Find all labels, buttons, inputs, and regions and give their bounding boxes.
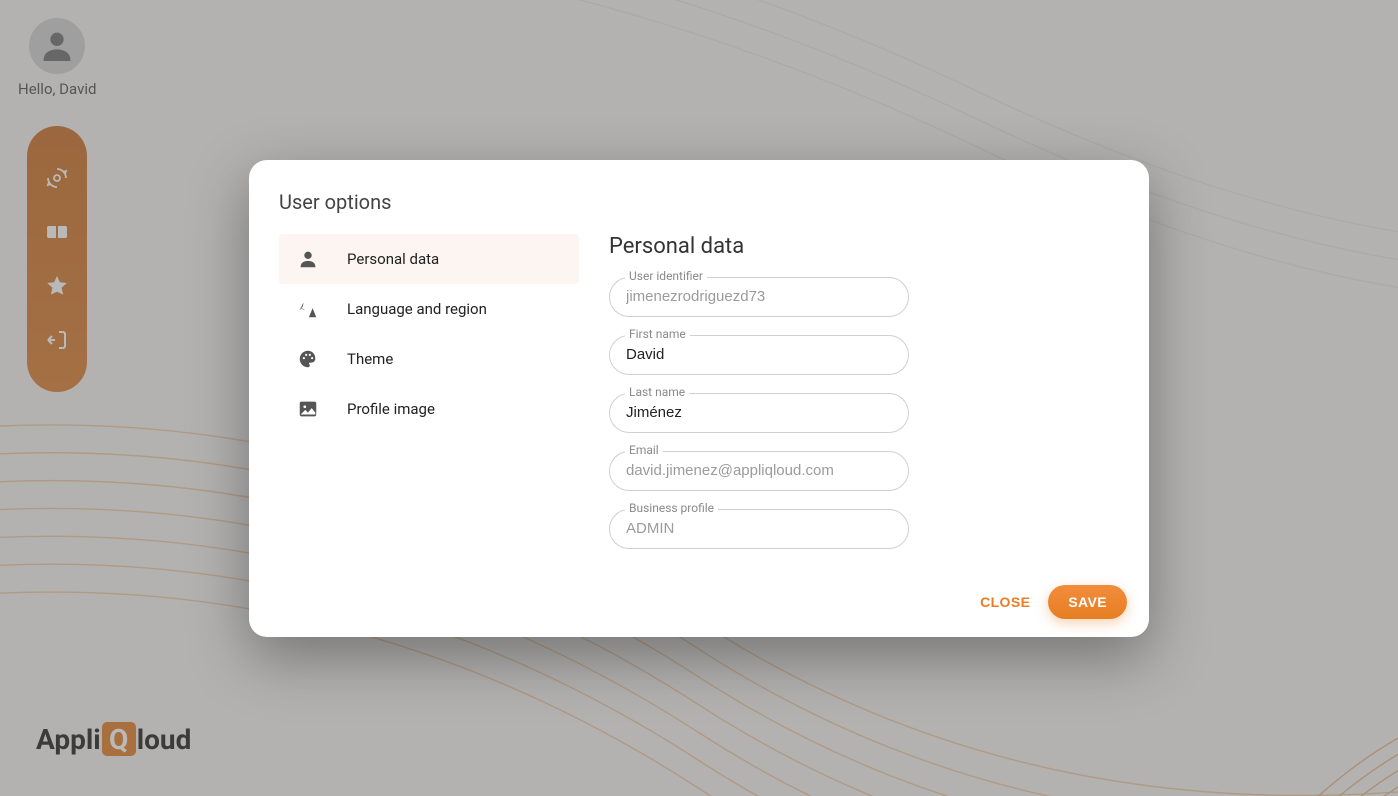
- modal-nav-label: Theme: [347, 350, 393, 368]
- field-label: Last name: [625, 385, 689, 399]
- modal-nav-personal-data[interactable]: Personal data: [279, 234, 579, 284]
- field-user-identifier: User identifier: [609, 277, 909, 317]
- field-business-profile: Business profile: [609, 509, 909, 549]
- field-label: First name: [625, 327, 690, 341]
- person-icon: [297, 248, 319, 270]
- modal-overlay[interactable]: User options Personal data Language and …: [0, 0, 1398, 796]
- modal-nav-label: Language and region: [347, 300, 487, 318]
- modal-nav-theme[interactable]: Theme: [279, 334, 579, 384]
- modal-nav-profile-image[interactable]: Profile image: [279, 384, 579, 434]
- modal-nav-label: Personal data: [347, 250, 439, 268]
- translate-icon: [297, 298, 319, 320]
- business-profile-input: [609, 509, 909, 549]
- modal-nav: Personal data Language and region Theme: [279, 234, 579, 567]
- last-name-input[interactable]: [609, 393, 909, 433]
- field-first-name: First name: [609, 335, 909, 375]
- section-title: Personal data: [609, 234, 1119, 259]
- palette-icon: [297, 348, 319, 370]
- modal-actions: CLOSE SAVE: [980, 585, 1127, 619]
- user-identifier-input: [609, 277, 909, 317]
- first-name-input[interactable]: [609, 335, 909, 375]
- field-email: Email: [609, 451, 909, 491]
- email-input: [609, 451, 909, 491]
- user-options-modal: User options Personal data Language and …: [249, 160, 1149, 637]
- field-label: User identifier: [625, 269, 707, 283]
- modal-title: User options: [279, 190, 1119, 214]
- modal-content: Personal data User identifier First name: [609, 234, 1119, 567]
- close-button[interactable]: CLOSE: [980, 594, 1030, 610]
- field-last-name: Last name: [609, 393, 909, 433]
- image-icon: [297, 398, 319, 420]
- save-button[interactable]: SAVE: [1048, 585, 1127, 619]
- field-label: Email: [625, 443, 663, 457]
- field-label: Business profile: [625, 501, 718, 515]
- modal-nav-label: Profile image: [347, 400, 435, 418]
- modal-nav-language[interactable]: Language and region: [279, 284, 579, 334]
